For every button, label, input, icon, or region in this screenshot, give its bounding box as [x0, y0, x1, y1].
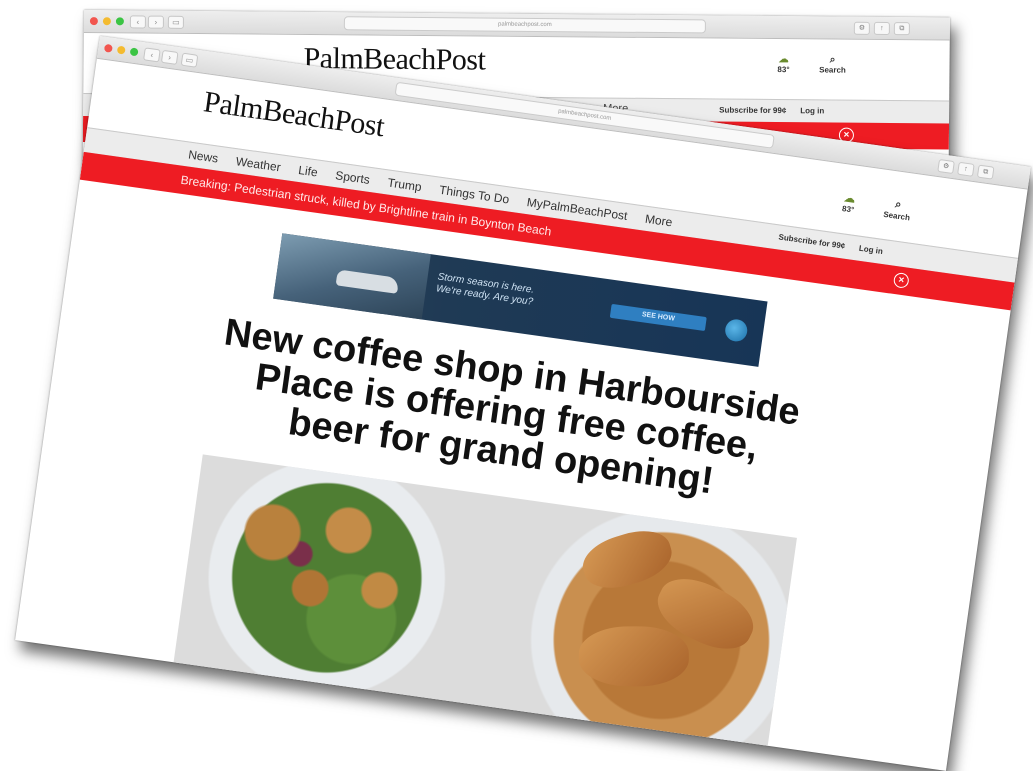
hero-croissant	[578, 626, 689, 687]
back-search-label: Search	[819, 65, 846, 75]
back-weather-temp: 83°	[777, 65, 790, 75]
back-account-links: Subscribe for 99¢ Log in	[719, 106, 824, 116]
window-controls	[89, 17, 124, 26]
sidebar-icon[interactable]: ▭	[180, 52, 199, 68]
front-url-text: palmbeachpost.com	[557, 108, 612, 122]
back-weather-widget[interactable]: ☁ 83°	[771, 54, 795, 74]
search-icon: ⌕	[829, 54, 836, 66]
tabs-icon[interactable]: ⧉	[976, 164, 995, 180]
ad-cta-button[interactable]: SEE HOW	[609, 303, 707, 332]
back-browser-toolbar: ‹ › ▭ palmbeachpost.com ⚙ ↑ ⧉	[83, 10, 950, 41]
nav-item-more[interactable]: More	[644, 212, 673, 230]
back-nav-icon[interactable]: ‹	[143, 47, 161, 63]
front-login-link[interactable]: Log in	[858, 244, 883, 256]
forward-nav-icon[interactable]: ›	[160, 49, 179, 65]
cloud-sun-icon: ☁	[778, 54, 789, 66]
back-subscribe-link[interactable]: Subscribe for 99¢	[719, 106, 786, 116]
front-weather-widget[interactable]: ☁ 83°	[835, 190, 864, 215]
back-login-link[interactable]: Log in	[800, 106, 824, 115]
front-subscribe-link[interactable]: Subscribe for 99¢	[778, 232, 846, 250]
share-icon[interactable]: ↑	[873, 21, 890, 36]
ad-photo	[273, 233, 431, 320]
back-search-button[interactable]: ⌕ Search	[815, 54, 849, 75]
minimize-window-button[interactable]	[116, 45, 126, 55]
extensions-icon[interactable]: ⚙	[853, 21, 870, 35]
back-url-text: palmbeachpost.com	[498, 21, 552, 29]
zoom-window-button[interactable]	[115, 17, 124, 26]
sidebar-icon[interactable]: ▭	[167, 15, 184, 29]
back-nav-icon[interactable]: ‹	[129, 15, 146, 29]
tabs-icon[interactable]: ⧉	[893, 22, 910, 36]
back-url-bar[interactable]: palmbeachpost.com	[343, 16, 706, 34]
ad-photo-vehicle	[335, 269, 400, 294]
zoom-window-button[interactable]	[129, 47, 139, 57]
ad-brand-logo	[723, 317, 749, 343]
share-icon[interactable]: ↑	[957, 161, 975, 177]
nav-item-life[interactable]: Life	[297, 163, 318, 180]
close-window-button[interactable]	[89, 17, 98, 26]
nav-item-weather[interactable]: Weather	[235, 154, 282, 174]
front-browser-window: ‹ › ▭ palmbeachpost.com ⚙ ↑ ⧉ PalmBeachP…	[15, 36, 1031, 771]
nav-item-news[interactable]: News	[187, 148, 219, 166]
close-circle-icon[interactable]: ×	[892, 271, 910, 289]
minimize-window-button[interactable]	[102, 17, 111, 26]
front-search-button[interactable]: ⌕ Search	[878, 196, 917, 223]
extensions-icon[interactable]: ⚙	[937, 158, 955, 175]
hero-salad-bowl	[172, 454, 493, 723]
close-window-button[interactable]	[103, 43, 113, 53]
ad-text: Storm season is here. We're ready. Are y…	[435, 271, 535, 308]
nav-item-trump[interactable]: Trump	[387, 176, 423, 195]
nav-item-sports[interactable]: Sports	[334, 168, 370, 187]
window-controls	[103, 43, 139, 57]
forward-nav-icon[interactable]: ›	[147, 15, 164, 29]
